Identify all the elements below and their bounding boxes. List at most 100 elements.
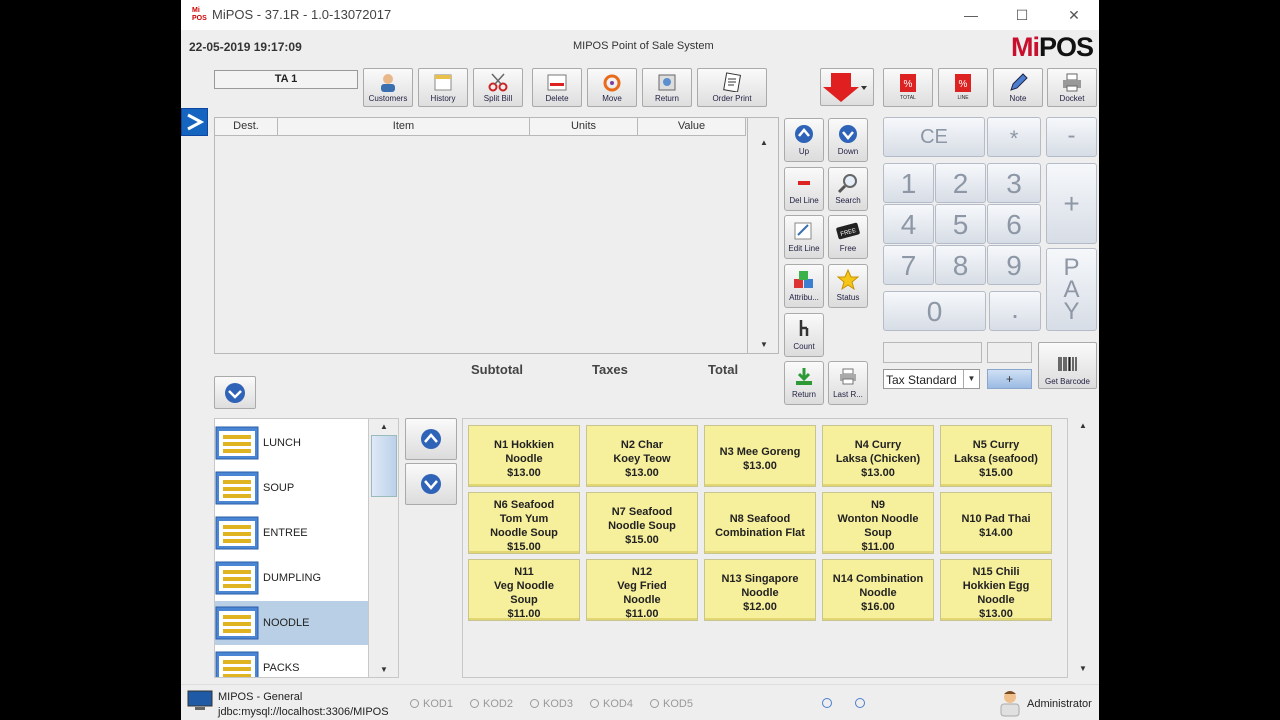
category-item-noodle[interactable]: NOODLE — [215, 601, 368, 645]
digit-5-key[interactable]: 5 — [935, 204, 986, 244]
red-down-arrow-icon — [823, 73, 867, 102]
product-button-3[interactable]: N3 Mee Goreng $13.00 — [704, 425, 816, 487]
digit-2-key[interactable]: 2 — [935, 163, 986, 203]
scroll-down-arrow[interactable]: ▼ — [1079, 664, 1087, 673]
move-button[interactable]: Move — [587, 68, 637, 107]
last-receipt-button[interactable]: Last R... — [828, 361, 868, 405]
quantity-input[interactable] — [987, 342, 1032, 363]
digit-6-key[interactable]: 6 — [987, 204, 1041, 244]
get-barcode-button[interactable]: Get Barcode — [1038, 342, 1097, 389]
up-button[interactable]: Up — [784, 118, 824, 162]
return-side-button[interactable]: Return — [784, 361, 824, 405]
tax-select[interactable]: Tax Standard ▼ — [883, 369, 980, 389]
ticket-scrollbar[interactable]: ▲ ▼ — [747, 118, 778, 353]
percent-tag-icon: % LINE — [955, 74, 971, 101]
digit-3-key[interactable]: 3 — [987, 163, 1041, 203]
return-button[interactable]: Return — [642, 68, 692, 107]
column-header-value[interactable]: Value — [638, 118, 746, 136]
send-dropdown-button[interactable] — [820, 68, 874, 106]
digit-1-key[interactable]: 1 — [883, 163, 934, 203]
customers-button[interactable]: Customers — [363, 68, 413, 107]
minimize-button[interactable]: — — [956, 4, 986, 26]
scroll-up-arrow[interactable]: ▲ — [760, 138, 768, 147]
category-item-soup[interactable]: SOUP — [215, 466, 368, 510]
add-tax-button[interactable]: + — [987, 369, 1032, 389]
discount-line-button[interactable]: % LINE — [938, 68, 988, 107]
ce-key[interactable]: CE — [883, 117, 985, 157]
price-input[interactable] — [883, 342, 982, 363]
plus-key[interactable]: + — [1046, 163, 1097, 244]
note-button[interactable]: Note — [993, 68, 1043, 107]
kod5-radio[interactable]: KOD5 — [650, 698, 693, 710]
scroll-down-arrow[interactable]: ▼ — [760, 340, 768, 349]
decimal-key[interactable]: . — [989, 291, 1041, 331]
category-scrollbar[interactable]: ▲ ▼ — [368, 418, 399, 678]
product-scrollbar[interactable]: ▲ ▼ — [1067, 418, 1098, 678]
close-button[interactable]: ✕ — [1059, 4, 1089, 26]
scroll-up-arrow[interactable]: ▲ — [1079, 421, 1087, 430]
digit-9-key[interactable]: 9 — [987, 245, 1041, 285]
maximize-button[interactable]: ☐ — [1007, 4, 1037, 26]
product-button-8[interactable]: N8 Seafood Combination Flat — [704, 492, 816, 554]
split-bill-button[interactable]: Split Bill — [473, 68, 523, 107]
kod3-radio[interactable]: KOD3 — [530, 698, 573, 710]
column-header-units[interactable]: Units — [530, 118, 638, 136]
category-list[interactable]: LUNCH SOUP ENTREE DUMPLING NOODLE PACKS — [214, 418, 369, 678]
product-button-10[interactable]: N10 Pad Thai $14.00 — [940, 492, 1052, 554]
expand-categories-button[interactable] — [214, 376, 256, 409]
digit-8-key[interactable]: 8 — [935, 245, 986, 285]
product-button-7[interactable]: N7 Seafood Noodle Soup $15.00 — [586, 492, 698, 554]
free-button[interactable]: FREE Free — [828, 215, 868, 259]
ticket-table[interactable]: Dest. Item Units Value ▲ ▼ — [214, 117, 779, 354]
side-panel-toggle[interactable] — [181, 108, 208, 136]
category-label: DUMPLING — [263, 572, 322, 584]
product-button-14[interactable]: N14 Combination Noodle $16.00 — [822, 559, 934, 621]
category-item-packs[interactable]: PACKS — [215, 646, 368, 677]
column-header-item[interactable]: Item — [278, 118, 530, 136]
product-button-4[interactable]: N4 Curry Laksa (Chicken) $13.00 — [822, 425, 934, 487]
column-header-dest[interactable]: Dest. — [215, 118, 278, 136]
kod4-radio[interactable]: KOD4 — [590, 698, 633, 710]
category-item-entree[interactable]: ENTREE — [215, 511, 368, 555]
discount-total-button[interactable]: % TOTAL — [883, 68, 933, 107]
product-button-9[interactable]: N9 Wonton Noodle Soup $11.00 — [822, 492, 934, 554]
digit-4-key[interactable]: 4 — [883, 204, 934, 244]
product-button-12[interactable]: N12 Veg Fried Noodle $11.00 — [586, 559, 698, 621]
category-page-up-button[interactable] — [405, 418, 457, 460]
kod1-radio[interactable]: KOD1 — [410, 698, 453, 710]
product-button-11[interactable]: N11 Veg Noodle Soup $11.00 — [468, 559, 580, 621]
pay-button[interactable]: P A Y — [1046, 248, 1097, 331]
scroll-thumb[interactable] — [371, 435, 397, 497]
delete-button[interactable]: Delete — [532, 68, 582, 107]
digit-7-key[interactable]: 7 — [883, 245, 934, 285]
kod2-radio[interactable]: KOD2 — [470, 698, 513, 710]
product-button-13[interactable]: N13 Singapore Noodle $12.00 — [704, 559, 816, 621]
minus-key[interactable]: - — [1046, 117, 1097, 157]
user-avatar-icon — [1000, 691, 1020, 717]
ticket-field[interactable]: TA 1 — [214, 70, 358, 89]
attributes-button[interactable]: Attribu... — [784, 264, 824, 308]
edit-line-button[interactable]: Edit Line — [784, 215, 824, 259]
digit-0-key[interactable]: 0 — [883, 291, 986, 331]
category-page-down-button[interactable] — [405, 463, 457, 505]
multiply-key[interactable]: * — [987, 117, 1041, 157]
product-button-5[interactable]: N5 Curry Laksa (seafood) $15.00 — [940, 425, 1052, 487]
delete-ticket-icon — [547, 74, 567, 91]
category-item-lunch[interactable]: LUNCH — [215, 421, 368, 465]
down-button[interactable]: Down — [828, 118, 868, 162]
docket-button[interactable]: Docket — [1047, 68, 1097, 107]
pos-window: Mi POS MiPOS - 37.1R - 1.0-13072017 — ☐ … — [181, 0, 1099, 720]
scroll-down-arrow[interactable]: ▼ — [380, 665, 388, 674]
status-button[interactable]: Status — [828, 264, 868, 308]
search-button[interactable]: Search — [828, 167, 868, 211]
product-button-1[interactable]: N1 Hokkien Noodle $13.00 — [468, 425, 580, 487]
category-item-dumpling[interactable]: DUMPLING — [215, 556, 368, 600]
product-button-2[interactable]: N2 Char Koey Teow $13.00 — [586, 425, 698, 487]
count-button[interactable]: Count — [784, 313, 824, 357]
order-print-button[interactable]: Order Print — [697, 68, 767, 107]
scroll-up-arrow[interactable]: ▲ — [380, 422, 388, 431]
delete-line-button[interactable]: Del Line — [784, 167, 824, 211]
product-button-15[interactable]: N15 Chili Hokkien Egg Noodle $13.00 — [940, 559, 1052, 621]
product-button-6[interactable]: N6 Seafood Tom Yum Noodle Soup $15.00 — [468, 492, 580, 554]
history-button[interactable]: History — [418, 68, 468, 107]
